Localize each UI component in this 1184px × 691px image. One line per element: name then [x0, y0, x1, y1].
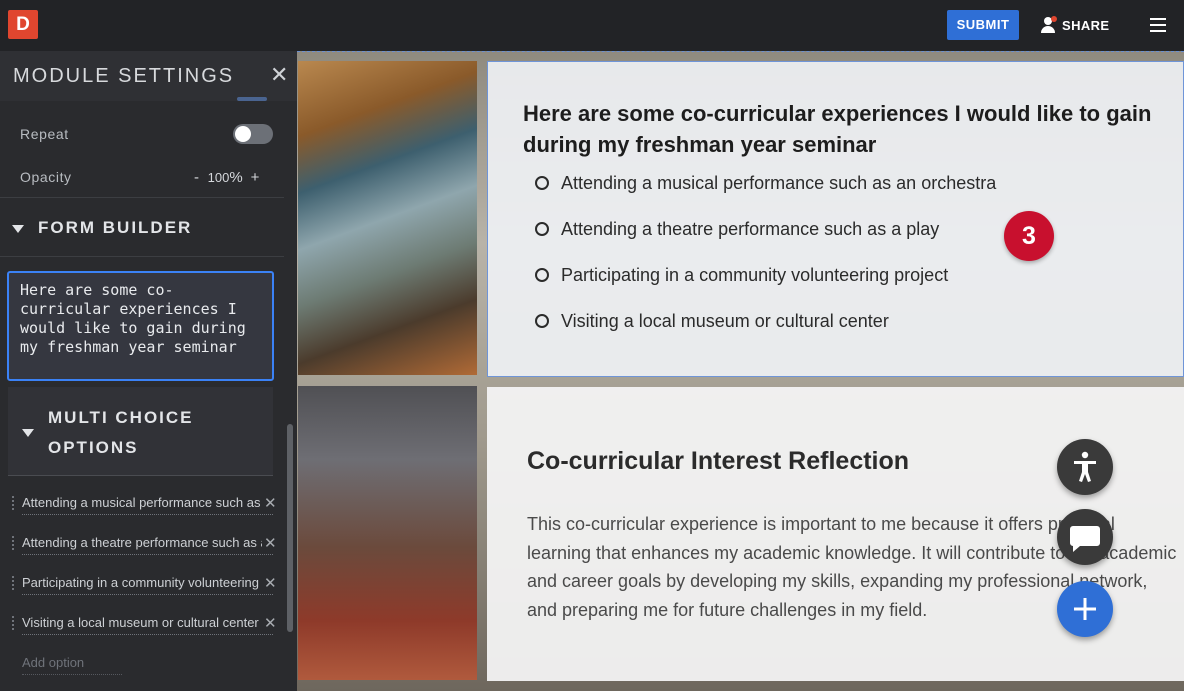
runners-photo[interactable]: [298, 386, 477, 680]
app-logo[interactable]: D: [8, 10, 38, 39]
form-builder-label: FORM BUILDER: [38, 218, 193, 237]
choice-option[interactable]: Visiting a local museum or cultural cent…: [535, 309, 889, 333]
multi-choice-options-header[interactable]: MULTI CHOICE OPTIONS: [8, 387, 273, 476]
opacity-value[interactable]: 100%: [208, 169, 243, 186]
caret-down-icon: [22, 429, 34, 437]
add-button[interactable]: [1057, 581, 1113, 637]
caret-down-icon: [12, 224, 24, 233]
opacity-increase-button[interactable]: +: [251, 169, 260, 186]
person-icon: [1040, 16, 1057, 34]
drag-handle-icon[interactable]: [12, 616, 14, 630]
option-row: Attending a theatre performance such as …: [12, 532, 277, 556]
choice-option[interactable]: Attending a theatre performance such as …: [535, 217, 939, 241]
chat-icon: [1070, 526, 1100, 552]
tent-photo[interactable]: [298, 61, 477, 375]
remove-option-icon[interactable]: ✕: [264, 494, 277, 512]
opacity-label: Opacity: [20, 169, 72, 185]
panel-title: MODULE SETTINGS: [13, 65, 235, 87]
menu-icon[interactable]: [1150, 18, 1166, 32]
close-icon[interactable]: ✕: [270, 64, 288, 86]
accessibility-icon: [1074, 451, 1096, 482]
chat-button[interactable]: [1057, 509, 1113, 565]
add-option-input[interactable]: Add option: [22, 655, 84, 670]
option-row: Attending a musical performance such as …: [12, 492, 277, 516]
drag-handle-icon[interactable]: [12, 496, 14, 510]
submit-button[interactable]: SUBMIT: [947, 10, 1019, 40]
sidebar-scrollbar[interactable]: [287, 424, 293, 632]
choice-label: Visiting a local museum or cultural cent…: [561, 310, 889, 331]
opacity-decrease-button[interactable]: -: [194, 169, 200, 186]
form-builder-header[interactable]: FORM BUILDER: [12, 218, 296, 238]
repeat-toggle[interactable]: [233, 124, 273, 144]
multi-choice-options-label: MULTI CHOICE OPTIONS: [48, 408, 194, 457]
choice-label: Attending a musical performance such as …: [561, 172, 997, 193]
repeat-row: Repeat: [0, 124, 284, 148]
divider: [0, 256, 284, 257]
module-settings-panel: MODULE SETTINGS ✕ Repeat Opacity - 100% …: [0, 51, 297, 691]
radio-button[interactable]: [535, 268, 549, 282]
question-card[interactable]: Here are some co-curricular experiences …: [487, 61, 1184, 377]
panel-header: MODULE SETTINGS ✕: [0, 51, 297, 101]
choice-option[interactable]: Attending a musical performance such as …: [535, 171, 996, 195]
scroll-indicator: [237, 97, 267, 101]
accessibility-button[interactable]: [1057, 439, 1113, 495]
drag-handle-icon[interactable]: [12, 536, 14, 550]
drag-handle-icon[interactable]: [12, 576, 14, 590]
choice-label: Participating in a community volunteerin…: [561, 264, 949, 285]
option-row: Visiting a local museum or cultural cent…: [12, 612, 277, 636]
option-input[interactable]: Visiting a local museum or cultural cent…: [22, 615, 262, 630]
share-button[interactable]: SHARE: [1040, 14, 1110, 36]
page-canvas: Here are some co-curricular experiences …: [297, 51, 1184, 691]
top-bar: D SUBMIT SHARE: [0, 0, 1184, 51]
opacity-row: Opacity - 100% +: [0, 169, 284, 191]
option-input[interactable]: Participating in a community volunteerin…: [22, 575, 262, 590]
remove-option-icon[interactable]: ✕: [264, 534, 277, 552]
plus-icon: [1074, 598, 1096, 620]
share-label: SHARE: [1062, 17, 1110, 33]
question-title: Here are some co-curricular experiences …: [523, 101, 1152, 157]
radio-button[interactable]: [535, 314, 549, 328]
choice-option[interactable]: Participating in a community volunteerin…: [535, 263, 948, 287]
remove-option-icon[interactable]: ✕: [264, 614, 277, 632]
option-row: Participating in a community volunteerin…: [12, 572, 277, 596]
radio-button[interactable]: [535, 222, 549, 236]
step-badge: 3: [1004, 211, 1054, 261]
option-input[interactable]: Attending a theatre performance such as …: [22, 535, 262, 550]
add-option-underline: [22, 674, 122, 675]
divider: [0, 197, 284, 198]
radio-button[interactable]: [535, 176, 549, 190]
canvas-guide: [297, 51, 1184, 53]
remove-option-icon[interactable]: ✕: [264, 574, 277, 592]
repeat-label: Repeat: [20, 126, 69, 142]
question-text-input[interactable]: Here are some co-curricular experiences …: [7, 271, 274, 381]
option-input[interactable]: Attending a musical performance such as …: [22, 495, 262, 510]
opacity-control: - 100% +: [194, 169, 260, 186]
choice-label: Attending a theatre performance such as …: [561, 218, 940, 239]
reflection-title: Co-curricular Interest Reflection: [527, 447, 910, 475]
